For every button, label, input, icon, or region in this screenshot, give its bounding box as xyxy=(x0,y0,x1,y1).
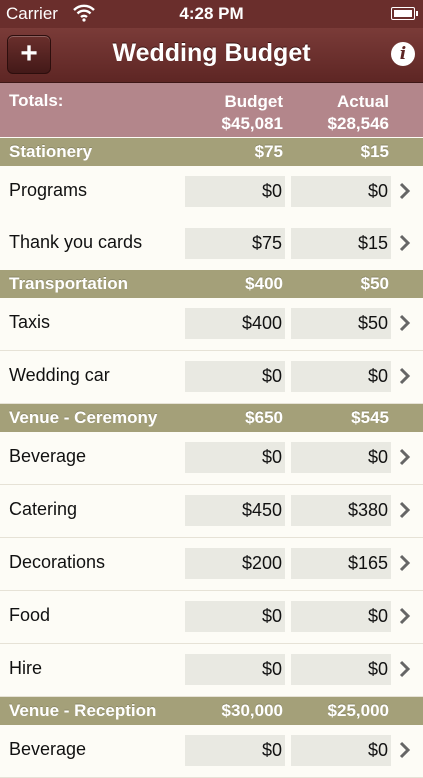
section-header: Stationery $75 $15 xyxy=(0,138,423,166)
actual-total: Actual $28,546 xyxy=(328,91,389,135)
chevron-right-icon[interactable] xyxy=(397,739,413,761)
budget-field[interactable]: $0 xyxy=(185,654,285,685)
table-row[interactable]: Thank you cards $75 $15 xyxy=(0,218,423,271)
item-name: Taxis xyxy=(9,312,51,332)
section-name: Venue - Reception xyxy=(9,701,157,720)
actual-field[interactable]: $0 xyxy=(291,176,391,207)
item-name: Food xyxy=(9,605,51,625)
table-row[interactable]: Wedding car $0 $0 xyxy=(0,351,423,404)
item-name: Hire xyxy=(9,658,43,678)
clock: 4:28 PM xyxy=(179,4,244,23)
section-budget: $30,000 xyxy=(221,701,283,720)
actual-field[interactable]: $50 xyxy=(291,308,391,339)
status-bar: Carrier 4:28 PM xyxy=(0,0,423,28)
actual-field[interactable]: $0 xyxy=(291,735,391,766)
chevron-right-icon[interactable] xyxy=(397,232,413,254)
actual-field[interactable]: $0 xyxy=(291,361,391,392)
budget-field[interactable]: $450 xyxy=(185,495,285,526)
budget-header: Budget xyxy=(224,92,283,111)
section-header: Transportation $400 $50 xyxy=(0,270,423,298)
section-name: Venue - Ceremony xyxy=(9,408,158,427)
budget-field[interactable]: $0 xyxy=(185,601,285,632)
actual-field[interactable]: $165 xyxy=(291,548,391,579)
actual-field[interactable]: $380 xyxy=(291,495,391,526)
actual-total-value: $28,546 xyxy=(327,114,389,133)
table-row[interactable]: Hire $0 $0 xyxy=(0,644,423,697)
totals-label: Totals: xyxy=(9,91,64,110)
chevron-right-icon[interactable] xyxy=(397,365,413,387)
chevron-right-icon[interactable] xyxy=(397,180,413,202)
chevron-right-icon[interactable] xyxy=(397,312,413,334)
table-row[interactable]: Decorations $200 $165 xyxy=(0,538,423,591)
budget-field[interactable]: $0 xyxy=(185,735,285,766)
chevron-right-icon[interactable] xyxy=(397,499,413,521)
totals-header: Totals: Budget $45,081 Actual $28,546 xyxy=(0,83,423,137)
budget-total-value: $45,081 xyxy=(221,114,283,133)
chevron-right-icon[interactable] xyxy=(397,552,413,574)
section-name: Stationery xyxy=(9,142,93,161)
actual-field[interactable]: $0 xyxy=(291,654,391,685)
item-name: Programs xyxy=(9,180,88,200)
section-budget: $75 xyxy=(254,142,283,161)
section-actual: $545 xyxy=(351,408,389,427)
section-header: Venue - Ceremony $650 $545 xyxy=(0,404,423,432)
budget-field[interactable]: $0 xyxy=(185,176,285,207)
item-name: Beverage xyxy=(9,446,87,466)
actual-field[interactable]: $0 xyxy=(291,601,391,632)
chevron-right-icon[interactable] xyxy=(397,605,413,627)
budget-field[interactable]: $75 xyxy=(185,228,285,259)
section-actual: $15 xyxy=(360,142,389,161)
chevron-right-icon[interactable] xyxy=(397,446,413,468)
page-title: Wedding Budget xyxy=(112,39,311,67)
item-name: Catering xyxy=(9,499,78,519)
budget-total: Budget $45,081 xyxy=(222,91,283,135)
actual-field[interactable]: $15 xyxy=(291,228,391,259)
section-budget: $400 xyxy=(245,274,283,293)
section-header: Venue - Reception $30,000 $25,000 xyxy=(0,697,423,725)
actual-field[interactable]: $0 xyxy=(291,442,391,473)
item-name: Wedding car xyxy=(9,365,110,385)
item-name: Thank you cards xyxy=(9,232,143,252)
table-row[interactable]: Beverage $0 $0 xyxy=(0,725,423,778)
budget-field[interactable]: $400 xyxy=(185,308,285,339)
battery-icon xyxy=(391,7,418,20)
budget-field[interactable]: $200 xyxy=(185,548,285,579)
actual-header: Actual xyxy=(337,92,389,111)
budget-field[interactable]: $0 xyxy=(185,361,285,392)
budget-field[interactable]: $0 xyxy=(185,442,285,473)
table-row[interactable]: Programs $0 $0 xyxy=(0,166,423,219)
chevron-right-icon[interactable] xyxy=(397,658,413,680)
section-budget: $650 xyxy=(245,408,283,427)
section-actual: $25,000 xyxy=(327,701,389,720)
table-row[interactable]: Food $0 $0 xyxy=(0,591,423,644)
item-name: Decorations xyxy=(9,552,106,572)
table-row[interactable]: Taxis $400 $50 xyxy=(0,298,423,351)
info-icon[interactable]: i xyxy=(391,42,415,66)
section-name: Transportation xyxy=(9,274,129,293)
table-row[interactable]: Beverage $0 $0 xyxy=(0,432,423,485)
table-row[interactable]: Catering $450 $380 xyxy=(0,485,423,538)
navigation-bar: + Wedding Budget i xyxy=(0,28,423,83)
section-actual: $50 xyxy=(360,274,389,293)
